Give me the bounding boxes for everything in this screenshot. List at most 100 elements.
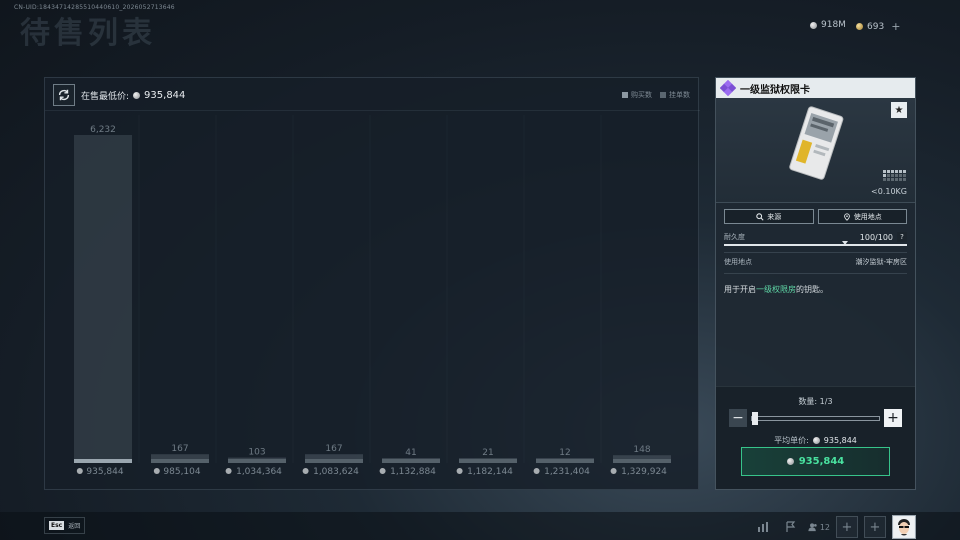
item-image: ★ <0.10KG	[716, 98, 915, 203]
bar-value-label: 41	[405, 448, 416, 458]
use-location-button[interactable]: 使用地点	[817, 209, 907, 224]
gold-currency: 693 +	[856, 20, 900, 33]
silver-currency: 918M	[810, 20, 846, 30]
silver-coin-icon	[812, 437, 820, 444]
gold-currency-value: 693	[867, 21, 885, 32]
quantity-slider[interactable]	[751, 411, 880, 425]
source-button-label: 来源	[767, 212, 782, 221]
chart-legend: 购买数 挂单数	[622, 90, 690, 100]
purchase-bar	[228, 459, 286, 463]
flag-icon	[786, 521, 796, 532]
quantity-minus-button[interactable]: −	[729, 409, 747, 427]
item-name: 一级监狱权限卡	[740, 84, 810, 96]
price-tick-label: 1,231,404	[544, 467, 590, 477]
silver-coin-icon	[133, 91, 141, 99]
quantity-stepper: − +	[729, 409, 902, 427]
access-card-icon	[789, 106, 844, 180]
silver-currency-value: 918M	[821, 20, 846, 30]
bar-value-label: 103	[248, 448, 265, 458]
add-currency-button[interactable]: +	[891, 20, 900, 33]
legend-listing-count: 挂单数	[660, 90, 690, 100]
use-location-button-label: 使用地点	[853, 212, 882, 221]
size-grid-icon	[883, 170, 906, 181]
purchase-bar	[459, 459, 517, 463]
legend-swatch	[660, 92, 666, 98]
legend-swatch	[622, 92, 628, 98]
bottom-right-icons: 12 + +	[752, 515, 916, 539]
bar-value-label: 167	[325, 444, 342, 454]
page-title: 待售列表	[20, 16, 156, 51]
item-detail-panel: 一级监狱权限卡 ★ <0.10KG 来源 使用地点 耐久度 100/100 ? …	[715, 77, 916, 490]
add-slot-button[interactable]: +	[836, 516, 858, 538]
bar-chart-icon	[758, 522, 768, 532]
durability-section: 耐久度 100/100?	[716, 224, 915, 246]
location-value: 潮汐监狱-牢房区	[855, 258, 907, 266]
refresh-button[interactable]	[53, 84, 75, 106]
purchase-area: 数量: 1/3 − + 平均单价: 935,844 935,844	[716, 386, 915, 489]
favorite-star-button[interactable]: ★	[891, 102, 907, 118]
purchase-bar	[305, 459, 363, 463]
quantity-slider-thumb[interactable]	[752, 411, 758, 425]
item-description: 用于开启一级权限房的钥匙。	[716, 274, 915, 295]
silver-coin-icon	[456, 468, 463, 474]
legend-buy-count: 购买数	[622, 90, 652, 100]
bar-value-label: 12	[559, 448, 570, 458]
silver-coin-icon	[379, 468, 386, 474]
purchase-bar	[613, 459, 671, 463]
chart-header: 在售最低价: 935,844 购买数 挂单数	[53, 84, 690, 106]
friends-count: 12	[819, 522, 830, 532]
desc-suffix: 的钥匙。	[796, 285, 828, 294]
flag-button[interactable]	[780, 516, 802, 538]
durability-bar-fill	[724, 244, 907, 246]
location-label: 使用地点	[724, 258, 752, 266]
purchase-bar	[382, 459, 440, 463]
add-slot-button[interactable]: +	[864, 516, 886, 538]
desc-highlight: 一级权限房	[756, 285, 796, 294]
silver-coin-icon	[786, 458, 794, 465]
price-tick-label: 1,132,884	[390, 467, 436, 477]
bar-value-label: 167	[171, 444, 188, 454]
price-tick-label: 1,329,924	[621, 467, 667, 477]
friends-icon	[808, 523, 817, 532]
legend-label: 购买数	[631, 91, 652, 99]
silver-coin-icon	[610, 468, 617, 474]
buy-button[interactable]: 935,844	[741, 447, 890, 476]
bar-chart: 6,232 935,844 167 985,104 103 1,034,364 167 1,0…	[74, 115, 671, 477]
price-chart-panel: 在售最低价: 935,844 购买数 挂单数 6,232 935,844 167 98…	[44, 77, 700, 491]
durability-bar	[724, 241, 907, 246]
chart-area: 6,232 935,844 167 985,104 103 1,034,364 167 1,0…	[45, 110, 700, 491]
desc-prefix: 用于开启	[724, 285, 756, 294]
back-button[interactable]: Esc 返回	[44, 517, 86, 534]
stats-button[interactable]	[752, 516, 774, 538]
silver-coin-icon	[533, 468, 540, 474]
gold-coin-icon	[856, 23, 863, 30]
item-action-row: 来源 使用地点	[716, 203, 915, 224]
quantity-plus-button[interactable]: +	[884, 409, 902, 427]
avatar[interactable]	[892, 515, 916, 539]
bar-value-label: 21	[482, 448, 493, 458]
purchase-bar	[74, 459, 132, 463]
avatar-face-icon	[894, 517, 914, 537]
purchase-bar	[536, 459, 594, 463]
price-tick-label: 935,844	[86, 467, 123, 477]
durability-label: 耐久度	[724, 233, 745, 241]
durability-value: 100/100	[859, 232, 893, 242]
friends-button[interactable]: 12	[808, 516, 830, 538]
price-tick-label: 1,083,624	[313, 467, 359, 477]
rarity-diamond-icon	[720, 80, 736, 96]
lowest-price: 935,844	[133, 90, 185, 101]
star-icon: ★	[894, 104, 904, 116]
silver-coin-icon	[225, 468, 232, 474]
bar-value-label: 148	[633, 445, 650, 455]
silver-coin-icon	[153, 468, 160, 474]
price-tick-label: 985,104	[163, 467, 200, 477]
source-button[interactable]: 来源	[724, 209, 814, 224]
bottom-bar: Esc 返回 12 + +	[0, 512, 960, 540]
item-weight: <0.10KG	[871, 187, 907, 196]
legend-label: 挂单数	[669, 91, 690, 99]
listing-bar[interactable]	[74, 135, 132, 463]
durability-marker	[842, 241, 848, 245]
silver-coin-icon	[76, 468, 83, 474]
item-header: 一级监狱权限卡	[716, 78, 915, 98]
help-button[interactable]: ?	[897, 232, 907, 242]
